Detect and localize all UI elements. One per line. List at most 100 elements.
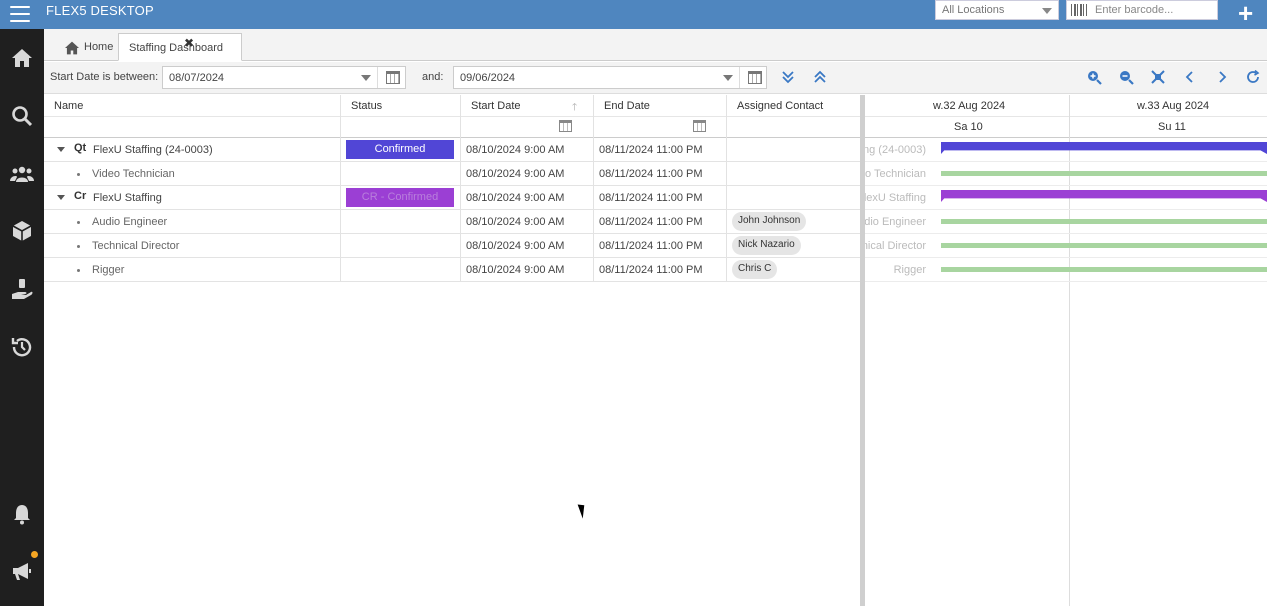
home-icon[interactable] [7, 43, 37, 73]
bell-icon[interactable] [7, 499, 37, 529]
close-tab-icon[interactable]: ✖ [184, 36, 194, 50]
gantt-day-label: Su 11 [1158, 121, 1186, 133]
row-start-date: 08/10/2024 9:00 AM [466, 144, 565, 156]
gantt-bar[interactable] [941, 142, 1267, 154]
gantt-row-label: Rigger [893, 264, 926, 276]
barcode-icon [1071, 4, 1087, 16]
contact-chip[interactable]: Chris C [732, 260, 778, 279]
collapse-toggle-icon[interactable] [57, 195, 65, 200]
row-name: Technical Director [92, 240, 180, 252]
tab-staffing-dashboard[interactable]: Staffing Dashboard [118, 33, 242, 61]
prev-icon[interactable] [1182, 70, 1198, 86]
column-header-status[interactable]: Status [341, 95, 392, 116]
tab-staffing-dashboard-label: Staffing Dashboard [129, 42, 223, 54]
row-end-date: 08/11/2024 11:00 PM [599, 216, 703, 228]
app-title: FLEX5 DESKTOP [46, 3, 154, 18]
expand-all-icon[interactable] [780, 70, 796, 86]
filter-bar: Start Date is between: 08/07/2024 and: 0… [44, 62, 1267, 94]
quote-badge: Qt [74, 142, 87, 154]
start-date-label: Start Date is between: [50, 71, 159, 83]
gantt-chart: w.32 Aug 2024 w.33 Aug 2024 Sa 10 Su 11 … [865, 95, 1267, 606]
table-row[interactable]: Audio Engineer 08/10/2024 9:00 AM 08/11/… [44, 210, 860, 234]
column-header-assigned-contact[interactable]: Assigned Contact [727, 95, 833, 116]
gantt-row[interactable]: nical Director [865, 234, 1267, 258]
add-icon[interactable]: + [1238, 0, 1253, 29]
home-icon [65, 41, 79, 55]
status-badge: Confirmed [346, 140, 454, 159]
row-start-date: 08/10/2024 9:00 AM [466, 192, 565, 204]
search-icon[interactable] [7, 101, 37, 131]
refresh-icon[interactable] [1245, 69, 1261, 86]
separator [739, 67, 740, 88]
gantt-week-label: w.33 Aug 2024 [1137, 100, 1210, 112]
barcode-input[interactable]: Enter barcode... [1066, 0, 1218, 20]
contact-chip[interactable]: Nick Nazario [732, 236, 801, 255]
gantt-row[interactable]: ng (24-0003) [865, 138, 1267, 162]
zoom-out-icon[interactable] [1118, 70, 1134, 86]
collapse-toggle-icon[interactable] [57, 147, 65, 152]
start-date-input[interactable]: 08/07/2024 [162, 66, 406, 89]
collapse-all-icon[interactable] [812, 70, 828, 86]
box-icon[interactable] [7, 216, 37, 246]
end-date-input[interactable]: 09/06/2024 [453, 66, 767, 89]
top-bar: FLEX5 DESKTOP All Locations Enter barcod… [0, 0, 1267, 29]
table-row[interactable]: Cr FlexU Staffing CR - Confirmed 08/10/2… [44, 186, 860, 210]
gantt-row[interactable]: udio Engineer [865, 210, 1267, 234]
gantt-row-label: eo Technician [865, 168, 926, 180]
table-row[interactable]: Rigger 08/10/2024 9:00 AM 08/11/2024 11:… [44, 258, 860, 282]
table-row[interactable]: Qt FlexU Staffing (24-0003) Confirmed 08… [44, 138, 860, 162]
fit-icon[interactable] [1150, 70, 1166, 86]
row-end-date: 08/11/2024 11:00 PM [599, 168, 703, 180]
table-row[interactable]: Technical Director 08/10/2024 9:00 AM 08… [44, 234, 860, 258]
gantt-week-label: w.32 Aug 2024 [933, 100, 1006, 112]
column-header-end-date[interactable]: End Date [594, 95, 660, 116]
megaphone-icon[interactable] [7, 556, 37, 586]
sidebar [0, 29, 44, 606]
gantt-row-label: FlexU Staffing [865, 192, 926, 204]
gantt-header-divider [865, 116, 1267, 117]
start-date-value: 08/07/2024 [169, 72, 225, 84]
status-badge: CR - Confirmed [346, 188, 454, 207]
gantt-bar[interactable] [941, 219, 1267, 224]
chevron-down-icon[interactable] [361, 75, 371, 81]
calendar-icon[interactable] [386, 71, 400, 84]
gantt-row[interactable]: eo Technician [865, 162, 1267, 186]
tab-home[interactable]: Home [52, 33, 123, 61]
row-start-date: 08/10/2024 9:00 AM [466, 168, 565, 180]
header-divider [44, 116, 860, 117]
people-icon[interactable] [7, 159, 37, 189]
gantt-row[interactable]: FlexU Staffing [865, 186, 1267, 210]
row-end-date: 08/11/2024 11:00 PM [599, 144, 703, 156]
start-date-filter-calendar-icon[interactable] [559, 120, 572, 132]
hand-money-icon[interactable] [7, 274, 37, 304]
column-header-name[interactable]: Name [44, 95, 93, 116]
gantt-bar[interactable] [941, 190, 1267, 202]
notification-dot [31, 551, 38, 558]
table-row[interactable]: Video Technician 08/10/2024 9:00 AM 08/1… [44, 162, 860, 186]
bullet-icon [77, 269, 80, 272]
gantt-row[interactable]: Rigger [865, 258, 1267, 282]
contact-chip[interactable]: John Johnson [732, 212, 807, 231]
gantt-bar[interactable] [941, 243, 1267, 248]
row-name: Rigger [92, 264, 125, 276]
row-end-date: 08/11/2024 11:00 PM [599, 264, 703, 276]
gantt-bar[interactable] [941, 171, 1267, 176]
gantt-bar[interactable] [941, 267, 1267, 272]
calendar-icon[interactable] [748, 71, 762, 84]
tab-home-label: Home [84, 41, 114, 53]
menu-icon[interactable] [10, 6, 30, 22]
chevron-down-icon[interactable] [723, 75, 733, 81]
gantt-row-label: nical Director [865, 240, 926, 252]
next-icon[interactable] [1214, 70, 1230, 86]
crew-badge: Cr [74, 190, 87, 202]
row-name: FlexU Staffing (24-0003) [93, 144, 213, 156]
separator [377, 67, 378, 88]
row-end-date: 08/11/2024 11:00 PM [599, 240, 703, 252]
location-select-value: All Locations [942, 4, 1005, 16]
sort-ascending-icon[interactable]: 🡑 [572, 100, 577, 117]
history-icon[interactable] [7, 332, 37, 362]
column-header-start-date[interactable]: Start Date [461, 95, 531, 116]
location-select[interactable]: All Locations [935, 0, 1059, 20]
zoom-in-icon[interactable] [1086, 70, 1102, 86]
end-date-filter-calendar-icon[interactable] [693, 120, 706, 132]
